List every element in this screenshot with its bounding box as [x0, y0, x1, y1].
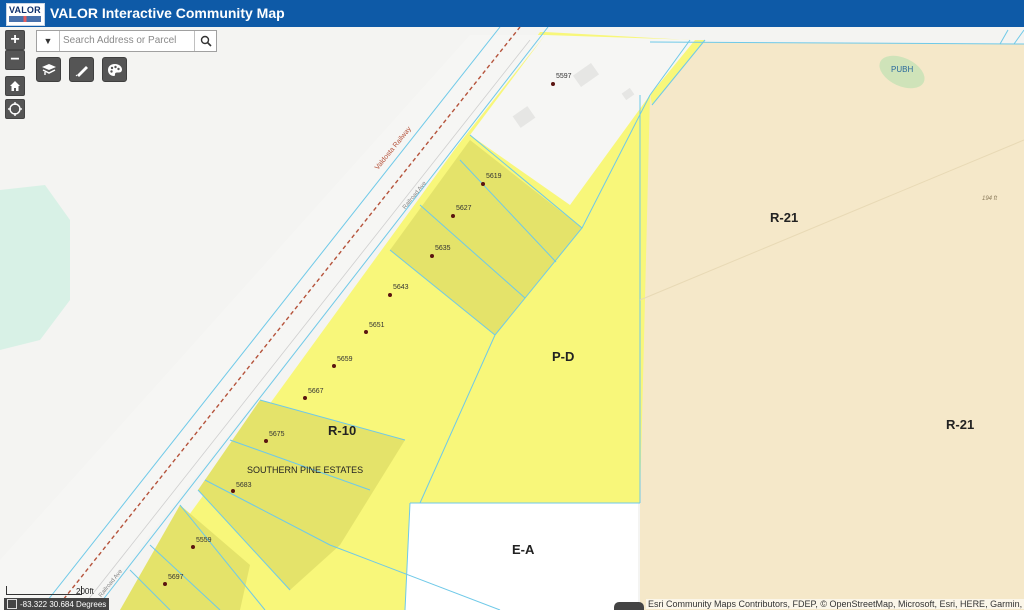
palette-icon [107, 63, 122, 76]
valor-logo: VALOR [6, 3, 45, 26]
home-button[interactable] [5, 76, 25, 96]
address-point[interactable] [388, 293, 392, 297]
address-point[interactable] [191, 545, 195, 549]
zone-label-r21: R-21 [946, 417, 975, 432]
legend-button[interactable] [102, 57, 127, 82]
address-label: 5659 [337, 356, 353, 363]
address-point[interactable] [481, 182, 485, 186]
search-source-dropdown[interactable]: ▼ [37, 31, 60, 51]
address-label: 5675 [269, 431, 285, 438]
measure-button[interactable] [69, 57, 94, 82]
address-point[interactable] [264, 439, 268, 443]
address-label: 5559 [196, 537, 212, 544]
address-label: 5667 [308, 388, 324, 395]
elevation-label: 194 ft [982, 196, 998, 202]
scale-label: 200ft [76, 587, 94, 596]
address-label: 5683 [236, 482, 252, 489]
address-point[interactable] [430, 254, 434, 258]
address-point[interactable] [303, 396, 307, 400]
coordinate-text: -83.322 30.684 Degrees [20, 599, 107, 609]
layers-icon [41, 63, 56, 75]
zone-label-pubh: PUBH [891, 65, 914, 74]
coordinate-display[interactable]: -83.322 30.684 Degrees [4, 598, 110, 610]
map-view[interactable]: R-21 R-21 P-D R-10 E-A PUBH SOUTHERN PIN… [0, 27, 1024, 610]
zone-label-r10: R-10 [328, 423, 357, 438]
basemap-gallery-button[interactable] [36, 57, 61, 82]
attribution-toggle[interactable] [614, 602, 644, 610]
address-label: 5643 [393, 284, 409, 291]
address-point[interactable] [163, 582, 167, 586]
subdivision-label: SOUTHERN PINE ESTATES [247, 465, 364, 475]
search-button[interactable] [194, 31, 216, 51]
address-label: 5627 [456, 205, 472, 212]
zone-label-pd: P-D [552, 349, 575, 364]
app-title: VALOR Interactive Community Map [50, 5, 285, 21]
locate-button[interactable] [5, 99, 25, 119]
address-point[interactable] [231, 489, 235, 493]
search-input[interactable] [61, 32, 195, 49]
address-label: 5651 [369, 322, 385, 329]
search-box: ▼ [36, 30, 217, 52]
zoom-out-button[interactable]: − [5, 50, 25, 70]
address-label: 5619 [486, 173, 502, 180]
app-header: VALOR VALOR Interactive Community Map [0, 0, 1024, 27]
chevron-down-icon: ▼ [43, 36, 53, 46]
map-attribution: Esri Community Maps Contributors, FDEP, … [646, 599, 1024, 609]
locate-icon [8, 102, 22, 116]
map-canvas[interactable] [0, 27, 1024, 610]
scale-bar [6, 586, 82, 595]
home-icon [10, 81, 20, 91]
address-point[interactable] [551, 82, 555, 86]
search-icon [200, 35, 212, 47]
zone-label-r21: R-21 [770, 210, 799, 225]
address-label: 5635 [435, 245, 451, 252]
ruler-icon [75, 65, 88, 77]
coordinate-toggle[interactable] [7, 599, 17, 609]
zoom-in-button[interactable]: + [5, 30, 25, 50]
address-point[interactable] [451, 214, 455, 218]
address-label: 5597 [556, 73, 572, 80]
address-point[interactable] [332, 364, 336, 368]
address-label: 5697 [168, 574, 184, 581]
address-point[interactable] [364, 330, 368, 334]
zone-label-ea: E-A [512, 542, 535, 557]
zone-r21 [640, 42, 1024, 610]
